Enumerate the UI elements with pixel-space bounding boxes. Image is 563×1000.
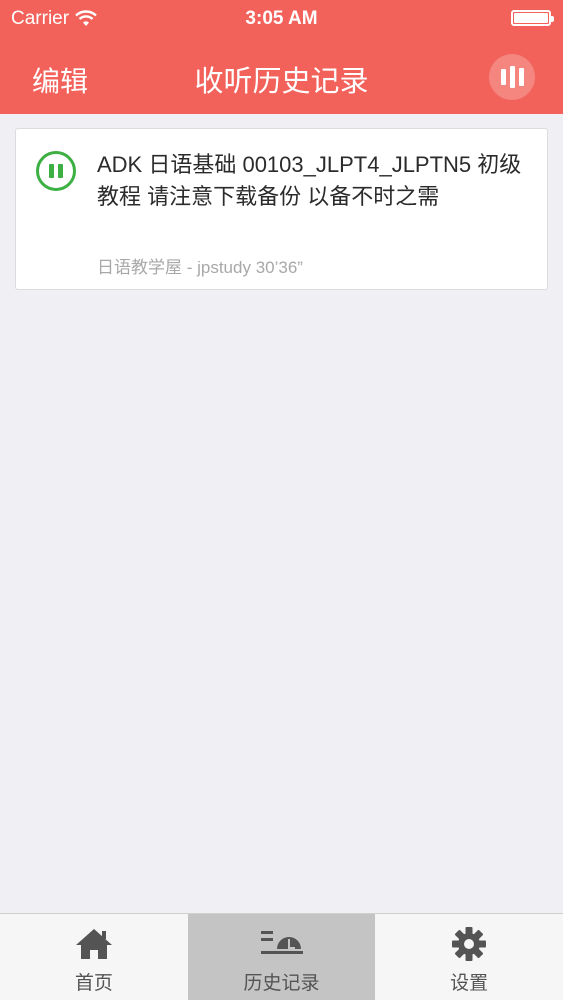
tab-home[interactable]: 首页 (0, 914, 188, 1000)
tab-home-label: 首页 (74, 973, 113, 994)
tab-bar: 首页 历史记录 设置 (0, 913, 563, 1000)
status-time: 3:05 AM (245, 8, 318, 29)
history-item-meta: 日语教学屋 - jpstudy 30’36” (97, 258, 303, 277)
now-playing-button[interactable] (489, 54, 535, 100)
tab-settings-label: 设置 (450, 973, 489, 994)
history-item-title: ADK 日语基础 00103_JLPT4_JLPTN5 初级教程 请注意下载备份… (97, 152, 522, 209)
status-bar: Carrier 3:05 AM (0, 0, 563, 38)
pause-icon (49, 164, 54, 178)
tab-history-label: 历史记录 (243, 973, 320, 994)
equalizer-icon (500, 66, 524, 88)
history-icon (259, 924, 305, 964)
app-root: Carrier 3:05 AM 编辑 收听历史记录 ADK 日语基础 00103… (0, 0, 563, 1000)
pause-button[interactable] (36, 151, 76, 191)
gear-icon (446, 924, 492, 964)
tab-settings[interactable]: 设置 (375, 914, 563, 1000)
battery-icon (511, 10, 554, 26)
home-icon (71, 924, 117, 964)
tab-history[interactable]: 历史记录 (187, 914, 376, 1000)
header: Carrier 3:05 AM 编辑 收听历史记录 (0, 0, 563, 114)
page-title: 收听历史记录 (194, 66, 369, 98)
history-item[interactable]: ADK 日语基础 00103_JLPT4_JLPTN5 初级教程 请注意下载备份… (15, 128, 548, 290)
